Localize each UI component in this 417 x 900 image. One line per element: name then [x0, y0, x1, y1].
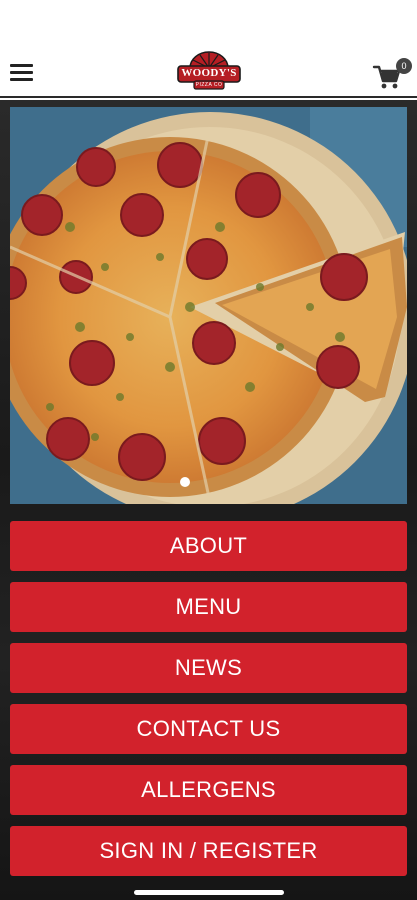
contact-us-button[interactable]: CONTACT US [10, 704, 407, 754]
about-button[interactable]: ABOUT [10, 521, 407, 571]
cart-button[interactable]: 0 [372, 58, 416, 90]
logo-text: WOODY'S [181, 67, 237, 79]
logo-subtext: PIZZA CO [195, 82, 223, 88]
status-bar [0, 0, 417, 48]
brand-logo[interactable]: WOODY'S PIZZA CO [176, 50, 242, 94]
pizza-image [10, 107, 407, 504]
cart-count-badge: 0 [396, 58, 412, 74]
hamburger-icon[interactable] [10, 64, 33, 82]
sign-in-register-button[interactable]: SIGN IN / REGISTER [10, 826, 407, 876]
hero-image-carousel[interactable] [10, 107, 407, 504]
menu-button[interactable]: MENU [10, 582, 407, 632]
allergens-button[interactable]: ALLERGENS [10, 765, 407, 815]
carousel-indicator-dot[interactable] [180, 477, 190, 487]
news-button[interactable]: NEWS [10, 643, 407, 693]
top-bar: WOODY'S PIZZA CO 0 [0, 48, 417, 98]
home-indicator [134, 890, 284, 895]
